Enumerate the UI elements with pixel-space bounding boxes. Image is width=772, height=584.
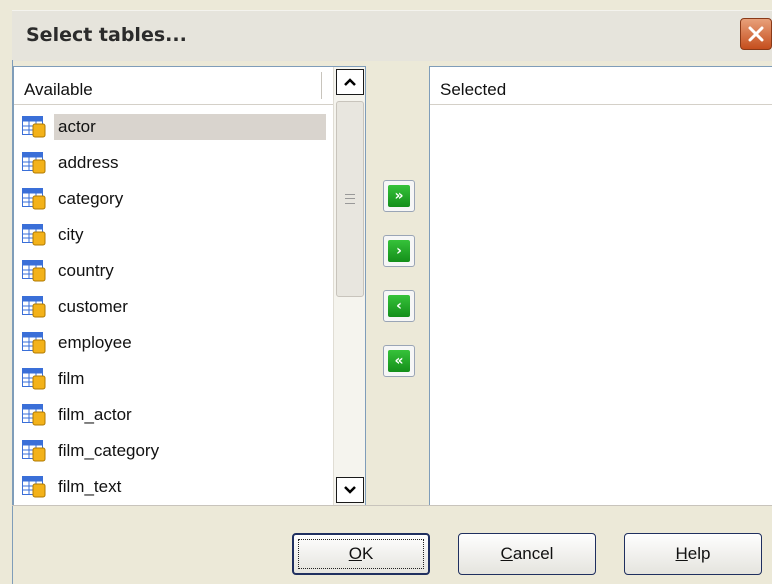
table-icon: [22, 332, 46, 354]
table-icon: [22, 260, 46, 282]
selected-header[interactable]: Selected: [430, 67, 772, 105]
double-arrow-right-icon: »: [388, 185, 410, 207]
list-item[interactable]: film: [22, 361, 336, 397]
arrow-right-icon: ›: [388, 240, 410, 262]
chevron-up-icon: [344, 78, 356, 86]
list-item-label: city: [58, 225, 84, 244]
list-item-label: category: [58, 189, 124, 208]
list-item-label: address: [58, 153, 119, 172]
list-item[interactable]: film_text: [22, 469, 336, 505]
list-item[interactable]: film_actor: [22, 397, 336, 433]
table-icon: [22, 476, 46, 498]
list-item-label: film_category: [58, 441, 160, 460]
select-tables-dialog: Select tables... Available actor address c…: [0, 0, 772, 584]
ok-button[interactable]: OK: [292, 533, 430, 575]
list-item[interactable]: city: [22, 217, 336, 253]
help-label: Help: [675, 544, 711, 563]
table-icon: [22, 368, 46, 390]
available-header-label: Available: [24, 80, 93, 99]
table-icon: [22, 116, 46, 138]
list-item-label: actor: [54, 114, 326, 140]
close-icon: [748, 26, 764, 42]
selected-list[interactable]: Selected: [429, 66, 772, 506]
ok-label: OK: [348, 544, 374, 563]
scroll-down-button[interactable]: [336, 477, 364, 503]
list-item[interactable]: country: [22, 253, 336, 289]
cancel-label: Cancel: [500, 544, 554, 563]
grip-icon: [345, 194, 355, 204]
table-icon: [22, 440, 46, 462]
list-item[interactable]: actor: [22, 109, 336, 145]
list-item-label: employee: [58, 333, 132, 352]
move-left-button[interactable]: ‹: [383, 290, 415, 322]
table-icon: [22, 152, 46, 174]
help-button[interactable]: Help: [624, 533, 762, 575]
scrollbar-thumb[interactable]: [336, 101, 364, 297]
list-item[interactable]: customer: [22, 289, 336, 325]
move-all-left-button[interactable]: «: [383, 345, 415, 377]
footer-divider: [12, 505, 772, 506]
cancel-button[interactable]: Cancel: [458, 533, 596, 575]
list-item[interactable]: category: [22, 181, 336, 217]
list-item-label: country: [58, 261, 114, 280]
list-item[interactable]: employee: [22, 325, 336, 361]
title-bar[interactable]: Select tables...: [12, 10, 772, 61]
vertical-scrollbar[interactable]: [333, 67, 365, 505]
available-header[interactable]: Available: [14, 67, 333, 105]
chevron-down-icon: [344, 486, 356, 494]
available-list[interactable]: Available actor address category city countr…: [13, 66, 366, 506]
table-icon: [22, 224, 46, 246]
close-button[interactable]: [740, 18, 772, 50]
arrow-left-icon: ‹: [388, 295, 410, 317]
move-right-button[interactable]: ›: [383, 235, 415, 267]
move-all-right-button[interactable]: »: [383, 180, 415, 212]
scroll-up-button[interactable]: [336, 69, 364, 95]
selected-header-label: Selected: [440, 80, 507, 99]
dialog-title: Select tables...: [26, 24, 187, 46]
list-item-label: customer: [58, 297, 128, 316]
list-item-label: film_actor: [58, 405, 132, 424]
list-item-label: film_text: [58, 477, 122, 496]
table-icon: [22, 188, 46, 210]
table-icon: [22, 296, 46, 318]
double-arrow-left-icon: «: [388, 350, 410, 372]
list-item-label: film: [58, 369, 85, 388]
header-separator: [321, 72, 325, 99]
list-item[interactable]: film_category: [22, 433, 336, 469]
table-icon: [22, 404, 46, 426]
list-item[interactable]: address: [22, 145, 336, 181]
